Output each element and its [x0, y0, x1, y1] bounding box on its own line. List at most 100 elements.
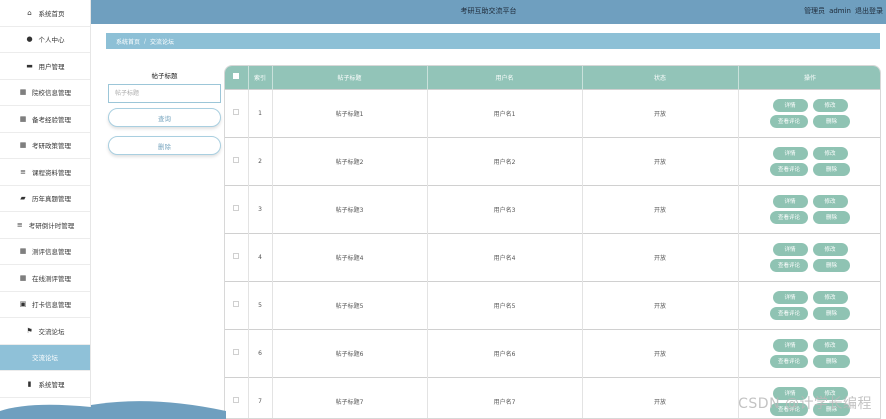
- view-comments-button[interactable]: 查看评论: [769, 162, 808, 176]
- sidebar-item-label: 备考经验管理: [32, 115, 71, 124]
- sidebar-item-11[interactable]: ▣ 打卡信息管理: [0, 292, 90, 318]
- row-action-line: 查看评论 删除: [769, 210, 850, 224]
- row-index: 6: [248, 328, 273, 377]
- sidebar-item-2[interactable]: ▬ 用户管理: [0, 53, 90, 80]
- detail-button[interactable]: 详情: [772, 98, 808, 112]
- posts-table: 索引 帖子标题 用户名 状态 操作 1 帖子标题1 用户名1 开放 详情 修改 查看评论 删除…: [225, 66, 881, 418]
- sidebar-item-5[interactable]: ▦ 考研政策管理: [0, 133, 90, 159]
- sidebar-item-14[interactable]: ▮ 系统管理: [0, 371, 90, 398]
- table-row: 2 帖子标题2 用户名2 开放 详情 修改 查看评论 删除: [225, 136, 881, 185]
- view-comments-button[interactable]: 查看评论: [769, 306, 808, 320]
- detail-button[interactable]: 详情: [772, 338, 808, 352]
- sidebar-item-1[interactable]: ● 个人中心: [0, 27, 90, 53]
- sidebar-item-8[interactable]: ≡ 考研倒计时管理: [0, 212, 90, 239]
- bottom-wave-decoration: [91, 401, 226, 419]
- view-comments-button[interactable]: 查看评论: [769, 354, 808, 368]
- detail-button[interactable]: 详情: [772, 146, 808, 160]
- row-checkbox[interactable]: [233, 301, 240, 307]
- edit-button[interactable]: 修改: [812, 242, 848, 256]
- sidebar-item-label: 用户管理: [38, 62, 65, 71]
- calendar-icon: ▣: [19, 300, 27, 309]
- row-select-cell[interactable]: [225, 88, 249, 137]
- grid-icon: ▦: [19, 273, 27, 282]
- row-actions: 详情 修改 查看评论 删除: [738, 184, 880, 233]
- row-title: 帖子标题3: [272, 184, 428, 233]
- row-select-cell[interactable]: [225, 184, 249, 233]
- edit-button[interactable]: 修改: [812, 98, 848, 112]
- detail-button[interactable]: 详情: [772, 242, 808, 256]
- row-checkbox[interactable]: [233, 253, 240, 259]
- flag-icon: ⚑: [26, 326, 33, 335]
- batch-delete-button[interactable]: 删除: [108, 136, 221, 155]
- view-comments-button[interactable]: 查看评论: [769, 114, 808, 128]
- sidebar-item-label: 院校信息管理: [32, 89, 71, 98]
- post-title-search-input[interactable]: [108, 84, 221, 103]
- row-status: 开放: [582, 184, 739, 233]
- sidebar-item-12[interactable]: ⚑ 交流论坛: [0, 318, 90, 345]
- detail-button[interactable]: 详情: [772, 194, 808, 208]
- row-actions: 详情 修改 查看评论 删除: [738, 328, 880, 377]
- row-username: 用户名3: [427, 184, 583, 233]
- sidebar-wave-decoration: [0, 404, 91, 419]
- users-icon: ▬: [26, 61, 33, 70]
- edit-button[interactable]: 修改: [812, 146, 848, 160]
- row-status: 开放: [582, 328, 739, 377]
- edit-button[interactable]: 修改: [812, 290, 848, 304]
- detail-button[interactable]: 详情: [772, 290, 808, 304]
- row-checkbox[interactable]: [233, 109, 240, 115]
- row-checkbox[interactable]: [233, 205, 240, 211]
- sidebar: ⌂ 系统首页 ● 个人中心 ▬ 用户管理 ▦ 院校信息管理 ▦ 备考经验管理 ▦ 考研政策管理 ≡ 课程资…: [0, 0, 91, 419]
- sidebar-item-10[interactable]: ▦ 在线测评管理: [0, 265, 90, 292]
- table-row: 6 帖子标题6 用户名6 开放 详情 修改 查看评论 删除: [225, 328, 880, 377]
- row-title: 帖子标题6: [272, 328, 428, 377]
- sidebar-item-0[interactable]: ⌂ 系统首页: [0, 0, 90, 27]
- row-action-group: 详情 修改 查看评论 删除: [739, 146, 881, 176]
- row-username: 用户名1: [427, 88, 583, 137]
- select-all-cell[interactable]: [225, 66, 249, 89]
- sidebar-item-4[interactable]: ▦ 备考经验管理: [0, 106, 90, 133]
- row-username: 用户名7: [427, 376, 583, 418]
- logout-link[interactable]: 退出登录: [855, 7, 883, 15]
- delete-button[interactable]: 删除: [813, 114, 850, 128]
- delete-button[interactable]: 删除: [813, 258, 850, 272]
- breadcrumb-home[interactable]: 系统首页: [116, 37, 140, 46]
- table-row: 5 帖子标题5 用户名5 开放 详情 修改 查看评论 删除: [225, 280, 881, 329]
- grid-icon: ▦: [19, 247, 27, 256]
- view-comments-button[interactable]: 查看评论: [769, 210, 808, 224]
- user-name: admin: [829, 7, 851, 15]
- row-action-group: 详情 修改 查看评论 删除: [739, 98, 881, 128]
- sidebar-item-3[interactable]: ▦ 院校信息管理: [0, 80, 90, 106]
- sidebar-item-9[interactable]: ▦ 测评信息管理: [0, 239, 90, 265]
- edit-button[interactable]: 修改: [812, 194, 848, 208]
- query-button[interactable]: 查询: [108, 108, 221, 127]
- delete-button[interactable]: 删除: [813, 354, 850, 368]
- row-select-cell[interactable]: [225, 136, 249, 185]
- row-title: 帖子标题2: [272, 136, 428, 185]
- delete-button[interactable]: 删除: [813, 162, 850, 176]
- row-actions: 详情 修改 查看评论 删除: [738, 280, 881, 329]
- row-checkbox[interactable]: [233, 397, 240, 404]
- row-select-cell[interactable]: [225, 376, 249, 418]
- view-comments-button[interactable]: 查看评论: [769, 258, 808, 272]
- sidebar-item-label: 系统管理: [38, 380, 65, 389]
- delete-button[interactable]: 删除: [813, 210, 850, 224]
- row-username: 用户名5: [427, 280, 583, 329]
- row-index: 1: [248, 88, 273, 137]
- row-select-cell[interactable]: [225, 328, 249, 377]
- row-checkbox[interactable]: [233, 349, 240, 355]
- list-icon: ≡: [16, 220, 23, 229]
- row-select-cell[interactable]: [225, 232, 249, 281]
- row-checkbox[interactable]: [233, 157, 240, 163]
- sidebar-item-label: 系统首页: [38, 9, 65, 18]
- delete-button[interactable]: 删除: [813, 306, 850, 320]
- column-header-actions: 操作: [738, 66, 880, 89]
- row-action-group: 详情 修改 查看评论 删除: [739, 290, 881, 320]
- sidebar-item-7[interactable]: ▰ 历年真题管理: [0, 186, 90, 212]
- select-all-checkbox[interactable]: [233, 73, 240, 80]
- sidebar-item-label: 考研政策管理: [32, 142, 71, 151]
- row-index: 5: [248, 280, 273, 329]
- sidebar-item-13[interactable]: 交流论坛: [0, 344, 90, 371]
- row-select-cell[interactable]: [225, 280, 249, 329]
- sidebar-item-6[interactable]: ≡ 课程资料管理: [0, 159, 90, 186]
- edit-button[interactable]: 修改: [812, 338, 848, 352]
